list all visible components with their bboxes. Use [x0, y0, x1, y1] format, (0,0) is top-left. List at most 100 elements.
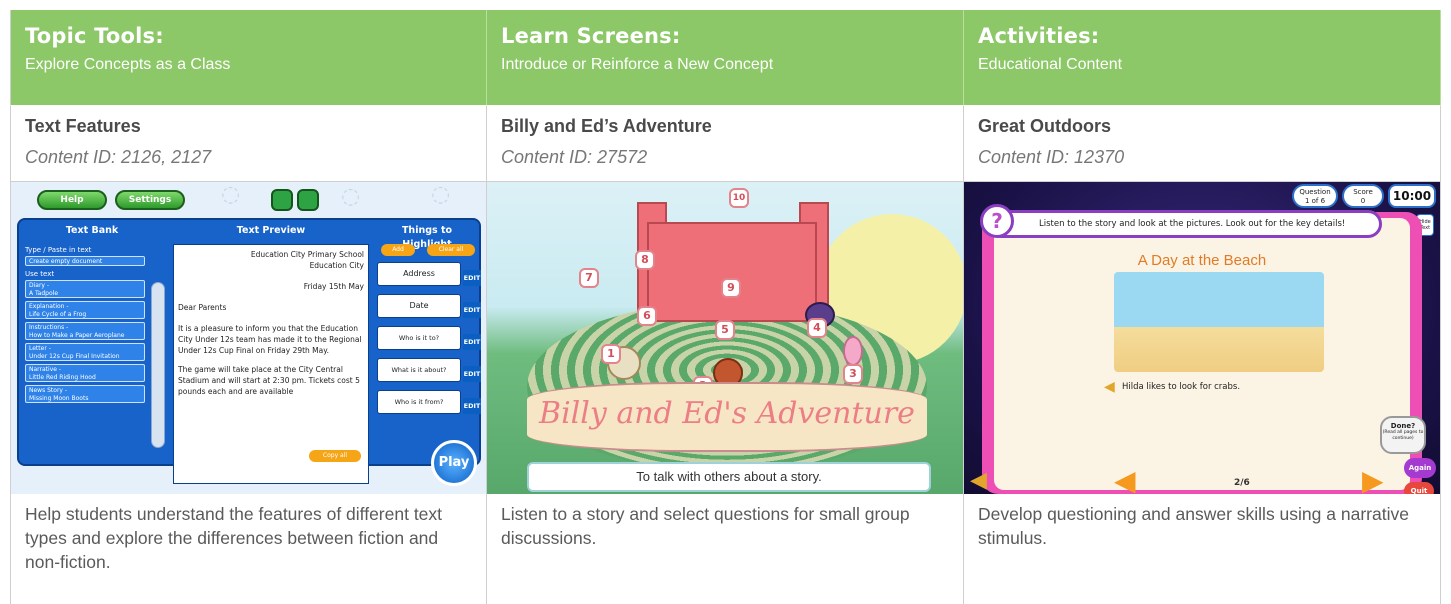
help-button[interactable]: Help [37, 190, 107, 210]
text-bank-item[interactable]: Explanation - Life Cycle of a Frog [25, 301, 145, 319]
item-type: News Story - [29, 387, 68, 394]
header-title: Topic Tools: [25, 24, 164, 48]
add-button[interactable]: Add [381, 244, 415, 256]
description-cell: Develop questioning and answer skills us… [964, 494, 1441, 604]
highlight-who-to[interactable]: Who is it to? [377, 326, 461, 350]
score-label: Score [1353, 188, 1373, 196]
text-bank-scrollbar[interactable] [151, 282, 165, 448]
item-title: Little Red Riding Hood [29, 374, 96, 381]
comparison-table: Topic Tools: Explore Concepts as a Class… [10, 10, 1441, 604]
preview-greeting: Dear Parents [178, 303, 227, 312]
question-marker[interactable]: 4 [807, 318, 827, 338]
speaker-icon[interactable]: ◀ [970, 468, 987, 493]
header-subtitle: Explore Concepts as a Class [25, 56, 231, 73]
text-features-panel: Text Bank Text Preview Things to Highlig… [17, 218, 481, 484]
done-sublabel: (Read all pages to continue) [1382, 430, 1424, 441]
story-title: A Day at the Beach [1137, 252, 1267, 269]
question-marker[interactable]: 3 [843, 364, 863, 384]
edit-button[interactable]: EDIT [463, 302, 481, 318]
done-label: Done? [1390, 422, 1416, 430]
question-marker[interactable]: 8 [635, 250, 655, 270]
text-bank-item[interactable]: Narrative - Little Red Riding Hood [25, 364, 145, 382]
help-question-icon[interactable]: ? [980, 204, 1014, 238]
question-counter: Question 1 of 6 [1292, 184, 1338, 208]
create-empty-document-button[interactable]: Create empty document [25, 256, 145, 266]
text-bank-title: Text Bank [65, 225, 119, 236]
header-title: Learn Screens: [501, 24, 681, 48]
again-button[interactable]: Again [1404, 458, 1436, 478]
item-type: Explanation - [29, 303, 69, 310]
item-title: A Tadpole [29, 290, 59, 297]
text-bank-item[interactable]: News Story - Missing Moon Boots [25, 385, 145, 403]
objective-caption: To talk with others about a story. [527, 462, 931, 492]
edit-button[interactable]: EDIT [463, 270, 481, 286]
speaker-icon[interactable]: ◀ [1104, 379, 1115, 395]
screenshot-billy-and-ed: 1 2 3 4 5 6 7 8 9 10 Billy and Ed's Adve… [487, 182, 964, 494]
preview-date: Friday 15th May [303, 282, 364, 291]
text-preview-title: Text Preview [236, 225, 306, 236]
item-title: How to Make a Paper Aeroplane [29, 332, 125, 339]
column-header-learn-screens: Learn Screens: Introduce or Reinforce a … [487, 10, 964, 106]
content-id: Content ID: 27572 [501, 147, 648, 167]
save-icon[interactable] [297, 189, 319, 211]
highlight-what-about[interactable]: What is it about? [377, 358, 461, 382]
previous-page-arrow-icon[interactable]: ◀ [1114, 464, 1136, 494]
highlight-who-from[interactable]: Who is it from? [377, 390, 461, 414]
next-page-arrow-icon[interactable]: ▶ [1362, 464, 1384, 494]
banner-title: Billy and Ed's Adventure [539, 396, 915, 431]
copy-all-button[interactable]: Copy all [309, 450, 361, 462]
content-id: Content ID: 2126, 2127 [25, 147, 212, 167]
highlight-address[interactable]: Address [377, 262, 461, 286]
use-text-label: Use text [25, 270, 55, 278]
preview-school: Education City Primary School [250, 250, 364, 259]
item-type: Letter - [29, 345, 51, 352]
settings-button[interactable]: Settings [115, 190, 185, 210]
edit-button[interactable]: EDIT [463, 334, 481, 350]
question-marker[interactable]: 10 [729, 188, 749, 208]
resource-name: Great Outdoors [978, 116, 1112, 136]
screenshot-text-features: ◌ ◌ ◌ Help Settings Text Bank Text Previ… [10, 182, 487, 494]
description-text: Help students understand the features of… [25, 504, 443, 572]
column-header-topic-tools: Topic Tools: Explore Concepts as a Class [10, 10, 487, 106]
item-title: Life Cycle of a Frog [29, 311, 87, 318]
question-marker[interactable]: 1 [601, 344, 621, 364]
score-counter: Score 0 [1342, 184, 1384, 208]
edit-button[interactable]: EDIT [463, 366, 481, 382]
header-subtitle: Introduce or Reinforce a New Concept [501, 56, 774, 73]
column-header-activities: Activities: Educational Content [964, 10, 1441, 106]
resource-name: Text Features [25, 116, 141, 136]
text-bank-item[interactable]: Instructions - How to Make a Paper Aeropl… [25, 322, 145, 340]
page-indicator: 2/6 [1234, 478, 1250, 488]
clear-all-button[interactable]: Clear all [427, 244, 475, 256]
instruction-bar: Listen to the story and look at the pict… [986, 210, 1382, 238]
beach-scene-illustration [1114, 272, 1324, 372]
folder-icon[interactable] [271, 189, 293, 211]
story-line: Hilda likes to look for crabs. [1122, 382, 1241, 392]
preview-town: Education City [309, 261, 364, 270]
preview-paragraph: The game will take place at the City Cen… [178, 365, 360, 396]
resource-name-cell: Great Outdoors Content ID: 12370 [964, 106, 1441, 182]
question-marker[interactable]: 6 [637, 306, 657, 326]
text-bank-item[interactable]: Letter - Under 12s Cup Final Invitation [25, 343, 145, 361]
edit-button[interactable]: EDIT [463, 398, 481, 414]
description-cell: Help students understand the features of… [10, 494, 487, 604]
text-preview-box[interactable]: Education City Primary School Education … [173, 244, 369, 484]
question-marker[interactable]: 7 [579, 268, 599, 288]
character-princess[interactable] [843, 336, 863, 366]
done-button[interactable]: Done? (Read all pages to continue) [1380, 416, 1426, 454]
description-text: Listen to a story and select questions f… [501, 504, 910, 548]
question-marker[interactable]: 9 [721, 278, 741, 298]
highlight-date[interactable]: Date [377, 294, 461, 318]
text-bank-item[interactable]: Diary -A Tadpole [25, 280, 145, 298]
header-title: Activities: [978, 24, 1100, 48]
resource-name: Billy and Ed’s Adventure [501, 116, 712, 136]
question-marker[interactable]: 5 [715, 320, 735, 340]
play-button[interactable]: Play [431, 440, 477, 486]
quit-button[interactable]: Quit [1404, 482, 1434, 494]
resource-name-cell: Billy and Ed’s Adventure Content ID: 275… [487, 106, 964, 182]
screenshot-great-outdoors: Question 1 of 6 Score 0 10:00 Hide Text … [964, 182, 1441, 494]
item-title: Missing Moon Boots [29, 395, 89, 402]
header-subtitle: Educational Content [978, 56, 1123, 73]
description-text: Develop questioning and answer skills us… [978, 504, 1409, 548]
description-cell: Listen to a story and select questions f… [487, 494, 964, 604]
